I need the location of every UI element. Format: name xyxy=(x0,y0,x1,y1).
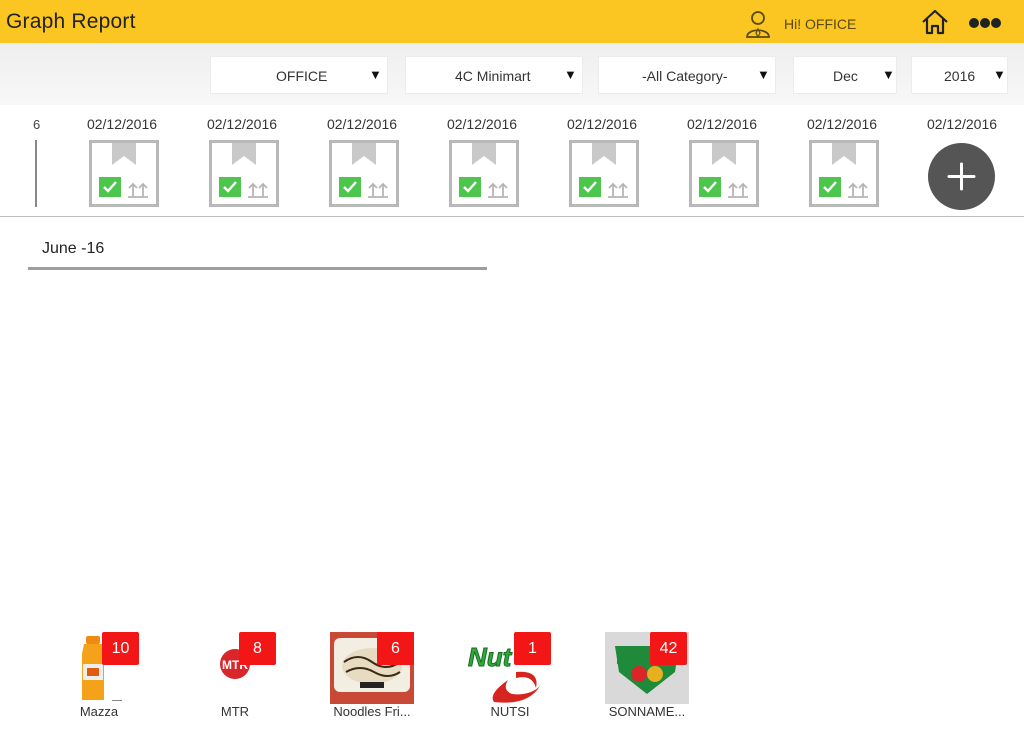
report-date-label: 02/12/2016 xyxy=(446,116,518,132)
up-arrows-icon xyxy=(848,182,868,198)
graph-report-screen: Graph Report Hi! OFFICE OFFICE ▼ 4C Mini… xyxy=(0,0,1024,750)
up-arrows-icon xyxy=(608,182,628,198)
strip-divider xyxy=(35,140,37,207)
plus-icon xyxy=(947,162,976,191)
up-arrows-icon xyxy=(368,182,388,198)
brand-name: Mazza xyxy=(79,704,119,719)
check-icon xyxy=(339,177,361,197)
report-card[interactable] xyxy=(569,140,639,207)
month-underline xyxy=(28,267,487,270)
dropdown-arrow-icon: ▼ xyxy=(757,67,770,82)
check-icon xyxy=(699,177,721,197)
brand-count-badge: 8 xyxy=(239,632,276,665)
brand-name: MTR xyxy=(220,704,250,719)
report-date-label: 02/12/2016 xyxy=(686,116,758,132)
bookmark-icon xyxy=(592,143,616,165)
report-date-label: 02/12/2016 xyxy=(806,116,878,132)
brand-item[interactable]: 6 Noodles Fri... xyxy=(310,632,414,732)
month-heading: June -16 xyxy=(42,240,105,257)
app-header: Graph Report Hi! OFFICE xyxy=(0,0,1024,43)
bookmark-icon xyxy=(112,143,136,165)
report-card[interactable] xyxy=(209,140,279,207)
home-icon[interactable] xyxy=(920,8,950,36)
filter-bar: OFFICE ▼ 4C Minimart ▼ -All Category- ▼ … xyxy=(0,43,1024,105)
user-greeting: Hi! OFFICE xyxy=(784,16,857,32)
store-filter[interactable]: 4C Minimart ▼ xyxy=(405,56,583,94)
up-arrows-icon xyxy=(728,182,748,198)
up-arrows-icon xyxy=(488,182,508,198)
report-date-strip[interactable]: 6 02/12/2016 02/12/2016 02/12/2016 02/12… xyxy=(0,105,1024,217)
report-date-item[interactable]: 02/12/2016 xyxy=(547,105,657,215)
report-date-item[interactable]: 02/12/2016 xyxy=(187,105,297,215)
store-filter-value: 4C Minimart xyxy=(455,68,531,84)
svg-text:Nut: Nut xyxy=(468,642,513,672)
report-card[interactable] xyxy=(689,140,759,207)
report-date-item[interactable]: 02/12/2016 xyxy=(787,105,897,215)
category-filter[interactable]: -All Category- ▼ xyxy=(598,56,776,94)
brand-count-badge: 42 xyxy=(650,632,687,665)
check-icon xyxy=(219,177,241,197)
category-filter-value: -All Category- xyxy=(642,68,728,84)
add-report-date-label: 02/12/2016 xyxy=(926,116,998,132)
report-date-item[interactable]: 02/12/2016 xyxy=(427,105,537,215)
report-card[interactable] xyxy=(329,140,399,207)
report-date-item[interactable]: 02/12/2016 xyxy=(67,105,177,215)
office-filter-value: OFFICE xyxy=(276,68,328,84)
up-arrows-icon xyxy=(128,182,148,198)
bookmark-icon xyxy=(712,143,736,165)
report-date-label: 02/12/2016 xyxy=(566,116,638,132)
bookmark-icon xyxy=(832,143,856,165)
brand-item[interactable]: 10 Mazza xyxy=(42,632,142,732)
brand-name: SONNAME... xyxy=(608,704,686,719)
check-icon xyxy=(459,177,481,197)
report-date-label: 02/12/2016 xyxy=(326,116,398,132)
up-arrows-icon xyxy=(248,182,268,198)
brand-item[interactable]: 42 SONNAME... xyxy=(585,632,689,732)
office-filter[interactable]: OFFICE ▼ xyxy=(210,56,388,94)
report-card[interactable] xyxy=(449,140,519,207)
year-filter[interactable]: 2016 ▼ xyxy=(911,56,1008,94)
partial-date-label: 6 xyxy=(33,117,41,132)
dropdown-arrow-icon: ▼ xyxy=(993,67,1006,82)
add-report-button[interactable] xyxy=(928,143,995,210)
bookmark-icon xyxy=(352,143,376,165)
bookmark-icon xyxy=(232,143,256,165)
report-date-item[interactable]: 02/12/2016 xyxy=(667,105,777,215)
month-filter[interactable]: Dec ▼ xyxy=(793,56,897,94)
more-dots-icon[interactable] xyxy=(969,17,1001,29)
report-card[interactable] xyxy=(89,140,159,207)
report-date-label: 02/12/2016 xyxy=(206,116,278,132)
report-date-label: 02/12/2016 xyxy=(86,116,158,132)
report-card[interactable] xyxy=(809,140,879,207)
year-filter-value: 2016 xyxy=(944,68,976,84)
month-filter-value: Dec xyxy=(833,68,858,84)
brand-count-badge: 1 xyxy=(514,632,551,665)
app-title: Graph Report xyxy=(6,10,136,33)
brand-count-badge: 10 xyxy=(102,632,139,665)
dropdown-arrow-icon: ▼ xyxy=(369,67,382,82)
check-icon xyxy=(819,177,841,197)
user-icon[interactable] xyxy=(745,10,771,38)
check-icon xyxy=(99,177,121,197)
report-date-item[interactable]: 02/12/2016 xyxy=(307,105,417,215)
brand-name: Noodles Fri... xyxy=(333,704,411,719)
check-icon xyxy=(579,177,601,197)
brand-item[interactable]: Nut 1 NUTSI xyxy=(448,632,551,732)
brand-item[interactable]: MTR 8 MTR xyxy=(182,632,282,732)
dropdown-arrow-icon: ▼ xyxy=(882,67,895,82)
bookmark-icon xyxy=(472,143,496,165)
dropdown-arrow-icon: ▼ xyxy=(564,67,577,82)
brand-count-badge: 6 xyxy=(377,632,414,665)
brand-name: NUTSI xyxy=(490,704,530,719)
